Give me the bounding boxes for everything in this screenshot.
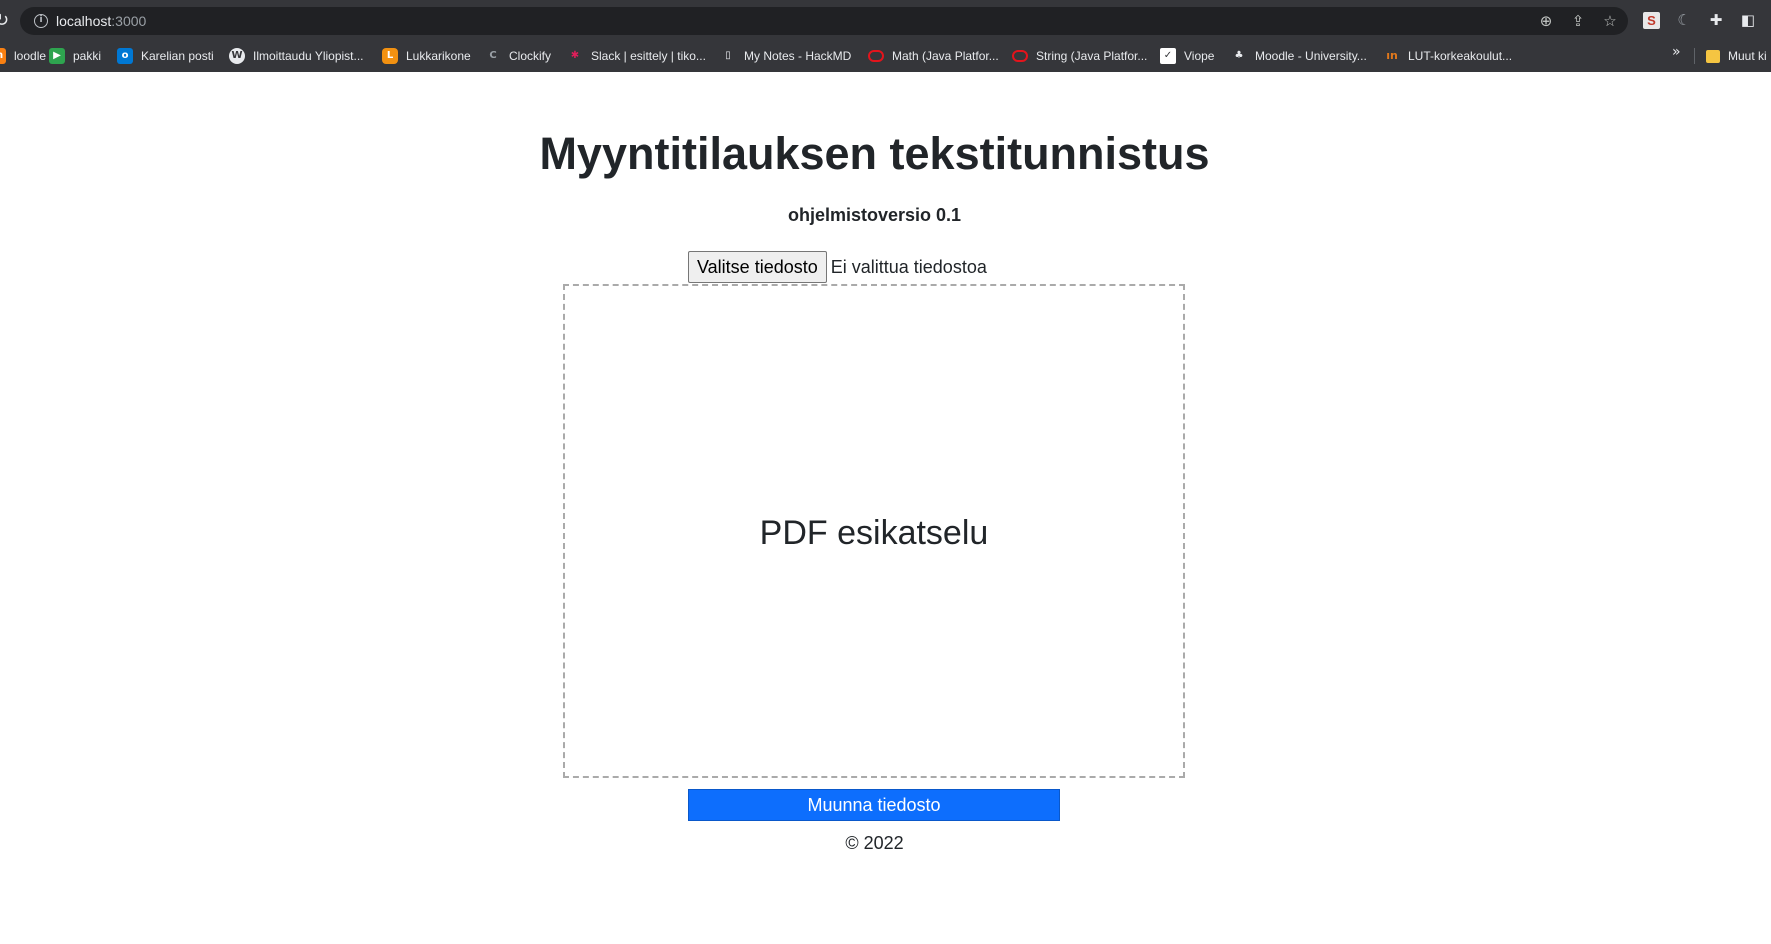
bookmark-label: Lukkarikone [406,49,471,63]
bookmark-moodle[interactable]: mloodle [0,44,46,68]
file-input[interactable]: Valitse tiedosto Ei valittua tiedostoa [688,251,987,283]
bookmark-label: Karelian posti [141,49,214,63]
wordpress-favicon: W [229,48,245,64]
pdf-preview-label: PDF esikatselu [759,513,989,552]
bookmark-label: loodle [14,49,47,63]
page-title: Myyntitilauksen tekstitunnistus [539,128,1210,179]
software-version: ohjelmistoversio 0.1 [787,205,962,225]
bookmark-label: String (Java Platfor... [1036,49,1148,63]
bookmarks-bar: mloodle ▶ pakki o Karelian posti W Ilmoitta… [0,40,1771,72]
moodle-hat-favicon: ♣ [1234,50,1244,61]
folder-icon [1706,49,1720,63]
bookmark-lukkarikone[interactable]: L Lukkarikone [382,44,471,68]
bookmark-label: Math (Java Platfor... [892,49,999,63]
more-bookmarks-icon[interactable]: » [1672,44,1681,60]
clockify-favicon: C [489,50,497,61]
oracle-favicon [1012,50,1028,62]
choose-file-button[interactable]: Valitse tiedosto [688,251,827,283]
page-content: Myyntitilauksen tekstitunnistus ohjelmis… [0,72,1771,944]
bookmark-label: My Notes - HackMD [744,49,852,63]
viope-favicon: ✓ [1160,48,1176,64]
browser-chrome: ↻ i localhost:3000 ⊕ ⇪ ☆ S ☾ ✚ ◧ mloodle… [0,0,1771,72]
bookmark-label: LUT-korkeakoulut... [1408,49,1513,63]
pakki-favicon: ▶ [49,48,65,64]
sidepanel-icon[interactable]: ◧ [1738,10,1758,30]
convert-file-button[interactable]: Muunna tiedosto [688,789,1060,821]
bookmark-label: pakki [73,49,102,63]
bookmark-clockify[interactable]: C Clockify [485,44,551,68]
pdf-preview-area: PDF esikatselu [563,284,1185,778]
reload-icon[interactable]: ↻ [0,10,10,30]
extension-c-icon[interactable]: ☾ [1674,10,1694,30]
outlook-favicon: o [117,48,133,64]
footer-copyright: © 2022 [845,833,904,853]
other-bookmarks-label: Muut ki [1728,49,1767,63]
star-icon[interactable]: ☆ [1600,11,1620,31]
bookmark-moodle-university[interactable]: ♣ Moodle - University... [1231,44,1367,68]
bookmark-label: Moodle - University... [1255,49,1367,63]
url-text[interactable]: localhost:3000 [56,13,146,29]
bookmark-lut[interactable]: ın LUT-korkeakoulut... [1384,44,1512,68]
bookmark-java-math[interactable]: Math (Java Platfor... [868,44,999,68]
extension-s-icon[interactable]: S [1643,12,1660,29]
bookmark-ilmoittaudu[interactable]: W Ilmoittaudu Yliopist... [229,44,364,68]
zoom-icon[interactable]: ⊕ [1536,11,1556,31]
url-port: :3000 [111,13,147,29]
bookmark-label: Clockify [509,49,552,63]
share-icon[interactable]: ⇪ [1568,11,1588,31]
bookmark-hackmd[interactable]: ▯ My Notes - HackMD [720,44,851,68]
bookmark-viope[interactable]: ✓ Viope [1160,44,1214,68]
bookmark-label: Slack | esittely | tiko... [591,49,706,63]
slack-favicon: ✱ [570,50,580,61]
document-favicon: ▯ [725,50,731,61]
lut-favicon: ın [1386,49,1398,62]
moodle-favicon: m [0,48,6,64]
bookmark-label: Viope [1184,49,1215,63]
other-bookmarks[interactable]: Muut ki [1706,44,1767,68]
oracle-favicon [868,50,884,62]
url-host: localhost [56,13,112,29]
browser-toolbar: ↻ i localhost:3000 ⊕ ⇪ ☆ S ☾ ✚ ◧ [0,0,1771,40]
bookmark-label: Ilmoittaudu Yliopist... [253,49,364,63]
bookmark-java-string[interactable]: String (Java Platfor... [1012,44,1147,68]
lukkarikone-favicon: L [382,48,398,64]
puzzle-icon[interactable]: ✚ [1706,10,1726,30]
info-icon[interactable]: i [34,14,48,28]
address-bar[interactable]: i localhost:3000 ⊕ ⇪ ☆ [20,7,1628,35]
bookmark-karelian-posti[interactable]: o Karelian posti [117,44,214,68]
bookmark-slack[interactable]: ✱ Slack | esittely | tiko... [567,44,706,68]
bookmark-pakki[interactable]: ▶ pakki [49,44,101,68]
bookmarks-divider [1694,48,1695,64]
no-file-chosen-text: Ei valittua tiedostoa [830,257,987,277]
